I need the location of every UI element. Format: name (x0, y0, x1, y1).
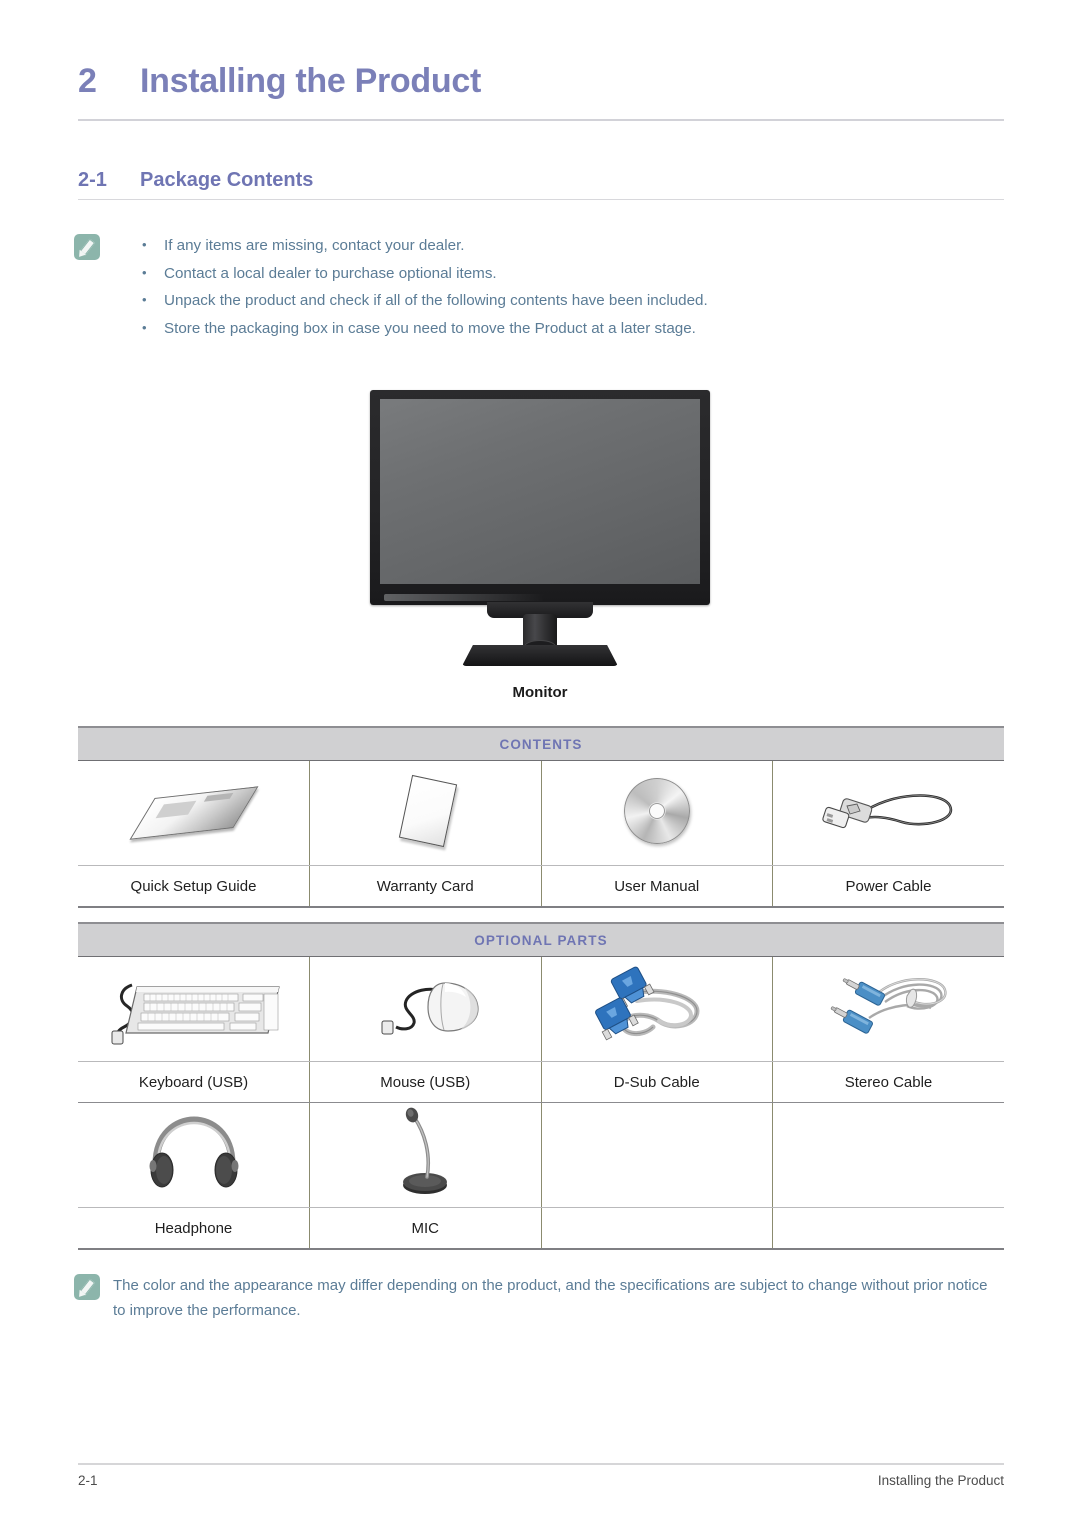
microphone-icon (383, 1105, 467, 1201)
chapter-heading: 2 Installing the Product (78, 62, 1004, 101)
section-title: Package Contents (140, 169, 314, 191)
table-row (78, 760, 1004, 866)
cell-headphone-image (78, 1102, 310, 1208)
monitor-icon (364, 390, 716, 668)
table-row: Headphone MIC (78, 1207, 1004, 1250)
card-icon (389, 774, 461, 847)
label-power-cable: Power Cable (772, 865, 1004, 908)
note-pencil-icon (74, 1274, 100, 1300)
label-empty-1 (541, 1207, 773, 1250)
cell-user-manual-image (541, 760, 773, 866)
label-quick-setup-guide: Quick Setup Guide (78, 865, 310, 908)
list-item: Store the packaging box in case you need… (139, 314, 708, 343)
booklet-icon (129, 782, 258, 840)
label-mouse: Mouse (USB) (309, 1061, 542, 1103)
bottom-note-text: The color and the appearance may differ … (113, 1277, 988, 1319)
section-divider (78, 199, 1004, 200)
footer-page-number: 2-1 (78, 1473, 98, 1488)
monitor-bezel (370, 390, 710, 605)
label-headphone: Headphone (78, 1207, 310, 1250)
list-item: Contact a local dealer to purchase optio… (139, 259, 708, 288)
label-empty-2 (772, 1207, 1004, 1250)
power-cable-icon (814, 780, 964, 842)
cell-warranty-card-image (309, 760, 542, 866)
cd-disc-icon (623, 777, 690, 844)
chapter-number: 2 (78, 62, 97, 100)
monitor-stand (462, 645, 618, 666)
list-item: If any items are missing, contact your d… (139, 231, 708, 260)
chapter-title: Installing the Product (140, 62, 481, 100)
bottom-note-block: The color and the appearance may differ … (74, 1273, 1004, 1323)
contents-table: CONTENTS Quick Setup Guide Warranty Card… (78, 726, 1004, 908)
cell-quick-setup-guide-image (78, 760, 310, 866)
label-warranty-card: Warranty Card (309, 865, 542, 908)
section-number: 2-1 (78, 169, 107, 191)
list-item: Unpack the product and check if all of t… (139, 286, 708, 315)
keyboard-icon (96, 967, 292, 1047)
table-row: Keyboard (USB) Mouse (USB) D-Sub Cable S… (78, 1061, 1004, 1103)
cell-empty-2 (772, 1102, 1004, 1208)
contents-table-header: CONTENTS (78, 726, 1004, 761)
optional-parts-table: OPTIONAL PARTS Keyboard (USB) Mouse (USB… (78, 922, 1004, 1250)
section-heading: 2-1 Package Contents (78, 169, 1004, 192)
cell-keyboard-image (78, 956, 310, 1062)
note-pencil-icon (74, 234, 100, 260)
optional-parts-table-header: OPTIONAL PARTS (78, 922, 1004, 957)
chapter-divider (78, 119, 1004, 121)
label-keyboard: Keyboard (USB) (78, 1061, 310, 1103)
stereo-cable-icon (815, 964, 963, 1050)
monitor-chin-highlight (384, 594, 544, 601)
monitor-caption: Monitor (512, 684, 568, 701)
document-page: 2 Installing the Product 2-1 Package Con… (0, 0, 1080, 1527)
label-microphone: MIC (309, 1207, 542, 1250)
footer-divider (78, 1463, 1004, 1465)
page-footer: 2-1 Installing the Product (78, 1473, 1004, 1488)
headphone-icon (142, 1112, 246, 1194)
table-row (78, 1102, 1004, 1208)
monitor-figure (0, 390, 1080, 673)
monitor-screen (380, 399, 700, 584)
table-row: Quick Setup Guide Warranty Card User Man… (78, 865, 1004, 908)
table-row (78, 956, 1004, 1062)
label-stereo-cable: Stereo Cable (772, 1061, 1004, 1103)
cell-power-cable-image (772, 760, 1004, 866)
label-dsub-cable: D-Sub Cable (541, 1061, 773, 1103)
top-note-list: If any items are missing, contact your d… (139, 231, 708, 343)
footer-chapter-label: Installing the Product (877, 1473, 1004, 1488)
cell-dsub-cable-image (541, 956, 773, 1062)
cell-mouse-image (309, 956, 542, 1062)
cell-stereo-cable-image (772, 956, 1004, 1062)
top-note-block: If any items are missing, contact your d… (74, 231, 1004, 343)
cell-microphone-image (309, 1102, 542, 1208)
cell-empty-1 (541, 1102, 773, 1208)
label-user-manual: User Manual (541, 865, 773, 908)
mouse-icon (360, 969, 490, 1045)
dsub-cable-icon (587, 963, 727, 1051)
